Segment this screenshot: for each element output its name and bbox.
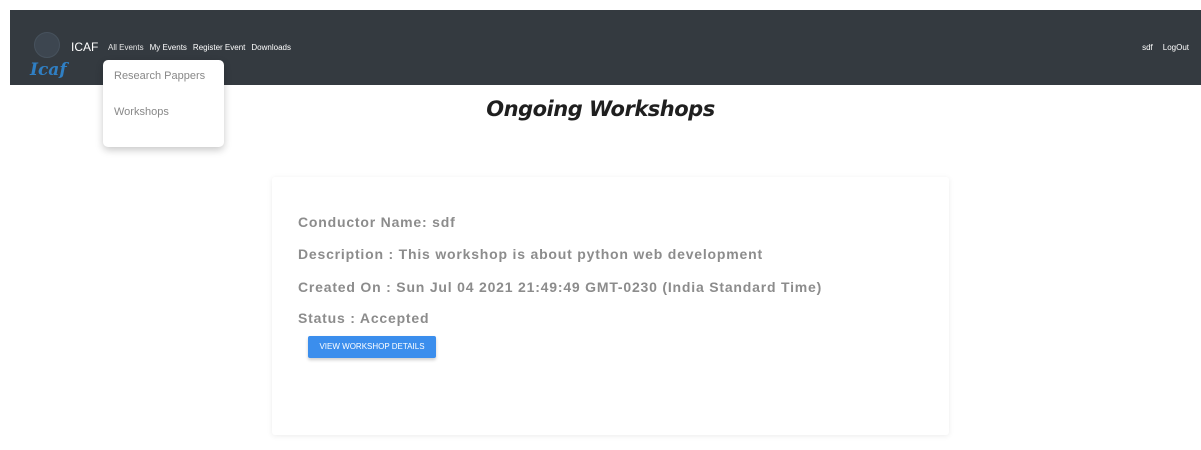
brand-logo[interactable]: Icaf [30,32,70,82]
top-edge-fragment [0,0,60,10]
nav-all-events[interactable]: All Events [108,43,144,52]
page-title: Ongoing Workshops [486,97,715,121]
logo-emblem-icon [34,32,60,58]
workshop-description: Description : This workshop is about pyt… [298,246,763,262]
workshop-status: Status : Accepted [298,310,430,326]
logout-link[interactable]: LogOut [1163,43,1189,52]
nav-downloads[interactable]: Downloads [251,43,291,52]
workshop-card: Conductor Name: sdf Description : This w… [272,177,949,435]
conductor-name: Conductor Name: sdf [298,214,456,230]
brand-name[interactable]: ICAF [71,40,98,54]
nav-my-events[interactable]: My Events [150,43,187,52]
nav-links: All Events My Events Register Event Down… [108,43,291,52]
created-on: Created On : Sun Jul 04 2021 21:49:49 GM… [298,279,823,295]
nav-user-area: sdf LogOut [1142,43,1189,52]
nav-register-event[interactable]: Register Event [193,43,245,52]
nav-username[interactable]: sdf [1142,43,1153,52]
logo-script-text: Icaf [30,60,67,80]
view-workshop-details-button[interactable]: VIEW WORKSHOP DETAILS [308,336,436,358]
